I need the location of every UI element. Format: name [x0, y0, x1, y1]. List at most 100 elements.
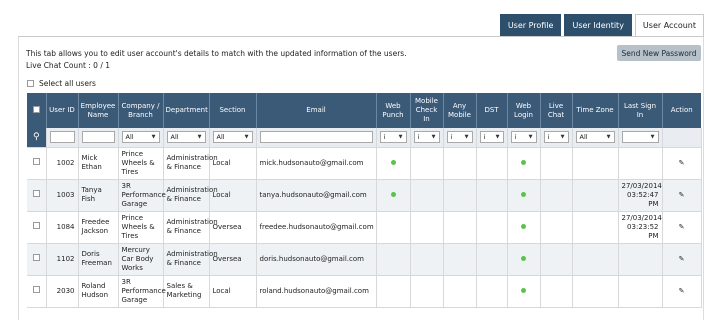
- col-employee-name[interactable]: Employee Name: [78, 93, 119, 128]
- filter-web-punch: i ▼: [376, 128, 411, 148]
- row-select: [27, 179, 47, 212]
- cell-web-punch: [376, 179, 411, 212]
- filter-live-chat-select[interactable]: i ▼: [543, 131, 569, 144]
- cell-last-sign-in: [618, 275, 663, 308]
- cell-user-id: 1102: [46, 243, 79, 276]
- tab-user-identity[interactable]: User Identity: [564, 14, 632, 36]
- cell-section: Local: [209, 179, 257, 212]
- row-checkbox[interactable]: [32, 158, 40, 165]
- filter-row: ⚲ All ▼ All ▼ All ▼ i ▼ i ▼ i ▼ i ▼ i ▼ i ▼ All ▼ …: [27, 128, 702, 148]
- filter-email-input[interactable]: [259, 131, 373, 144]
- pencil-icon[interactable]: ✎: [679, 223, 685, 231]
- header-checkbox[interactable]: [32, 105, 40, 113]
- cell-mobile-check-in: [410, 243, 444, 276]
- filter-email: [256, 128, 377, 148]
- cell-dst: [476, 243, 508, 276]
- chevron-down-icon: ▼: [197, 133, 202, 140]
- filter-company-select[interactable]: All ▼: [121, 131, 160, 144]
- cell-company: 3R Performance Garage: [118, 179, 166, 212]
- filter-action: [662, 128, 702, 148]
- chevron-down-icon: ▼: [650, 133, 655, 140]
- row-checkbox[interactable]: [32, 190, 40, 197]
- chevron-down-icon: ▼: [398, 133, 403, 140]
- cell-any-mobile: [443, 147, 477, 180]
- col-any-mobile[interactable]: Any Mobile: [443, 93, 477, 128]
- col-email[interactable]: Email: [256, 93, 377, 128]
- filter-section-value: All: [216, 132, 225, 141]
- filter-web-login: i ▼: [507, 128, 541, 148]
- tab-user-account[interactable]: User Account: [634, 14, 704, 37]
- cell-email: doris.hudsonauto@gmail.com: [256, 243, 377, 276]
- table-row: 1002 Mick Ethan Prince Wheels & Tires Ad…: [27, 147, 702, 180]
- cell-company: 3R Performance Garage: [118, 275, 166, 308]
- filter-time-zone: All ▼: [572, 128, 619, 148]
- cell-mobile-check-in: [410, 211, 444, 244]
- cell-section: Oversea: [209, 211, 257, 244]
- filter-search-cell: ⚲: [27, 128, 47, 148]
- cell-any-mobile: [443, 275, 477, 308]
- filter-last-sign-in: ▼: [618, 128, 663, 148]
- pencil-icon[interactable]: ✎: [679, 255, 685, 263]
- filter-last-sign-in-select[interactable]: ▼: [621, 131, 659, 144]
- cell-action: ✎: [662, 243, 702, 276]
- col-live-chat[interactable]: Live Chat: [540, 93, 573, 128]
- col-time-zone[interactable]: Time Zone: [572, 93, 619, 128]
- table-row: 1084 Freedee Jackson Prince Wheels & Tir…: [27, 211, 702, 244]
- col-department[interactable]: Department: [163, 93, 210, 128]
- filter-mobile-check-select[interactable]: i ▼: [413, 131, 440, 144]
- col-company-branch[interactable]: Company / Branch: [118, 93, 164, 128]
- cell-action: ✎: [662, 147, 702, 180]
- cell-company: Prince Wheels & Tires: [118, 211, 164, 244]
- cell-user-id: 2030: [46, 275, 79, 308]
- cell-mobile-check-in: [410, 179, 444, 212]
- filter-web-punch-select[interactable]: i ▼: [379, 131, 407, 144]
- cell-email: mick.hudsonauto@gmail.com: [256, 147, 377, 180]
- send-new-password-button[interactable]: Send New Password: [617, 45, 701, 61]
- select-all-users[interactable]: Select all users: [27, 79, 96, 88]
- pencil-icon[interactable]: ✎: [679, 191, 685, 199]
- filter-dst: i ▼: [476, 128, 508, 148]
- users-table: User ID Employee Name Company / Branch D…: [27, 93, 702, 308]
- filter-dst-select[interactable]: i ▼: [479, 131, 504, 144]
- filter-section-select[interactable]: All ▼: [212, 131, 253, 144]
- filter-any-mobile-select[interactable]: i ▼: [446, 131, 473, 144]
- col-section[interactable]: Section: [209, 93, 257, 128]
- cell-department: Administration & Finance: [163, 179, 218, 212]
- filter-section: All ▼: [209, 128, 257, 148]
- cell-dst: [476, 211, 508, 244]
- filter-department-select[interactable]: All ▼: [166, 131, 206, 144]
- cell-live-chat: [540, 147, 573, 180]
- tab-user-profile[interactable]: User Profile: [499, 14, 562, 36]
- cell-action: ✎: [662, 179, 702, 212]
- select-all-checkbox[interactable]: [27, 80, 34, 87]
- pencil-icon[interactable]: ✎: [679, 287, 685, 295]
- col-user-id[interactable]: User ID: [46, 93, 79, 128]
- cell-web-punch: [376, 275, 411, 308]
- live-chat-count: Live Chat Count : 0 / 1: [26, 61, 111, 70]
- filter-time-zone-select[interactable]: All ▼: [575, 131, 615, 144]
- col-web-login[interactable]: Web Login: [507, 93, 541, 128]
- cell-user-id: 1003: [46, 179, 79, 212]
- cell-mobile-check-in: [410, 147, 444, 180]
- cell-dst: [476, 275, 508, 308]
- row-checkbox[interactable]: [32, 254, 40, 261]
- filter-name-input[interactable]: [81, 131, 115, 144]
- pencil-icon[interactable]: ✎: [679, 159, 685, 167]
- row-checkbox[interactable]: [32, 222, 40, 229]
- chevron-down-icon: ▼: [606, 133, 611, 140]
- col-dst[interactable]: DST: [476, 93, 508, 128]
- search-icon[interactable]: ⚲: [33, 132, 40, 142]
- col-last-sign-in[interactable]: Last Sign In: [618, 93, 663, 128]
- chevron-down-icon: ▼: [151, 133, 156, 140]
- cell-user-id: 1084: [46, 211, 79, 244]
- row-checkbox[interactable]: [32, 286, 40, 293]
- cell-dst: [476, 179, 508, 212]
- cell-employee-name: Doris Freeman: [78, 243, 119, 276]
- status-dot: [390, 159, 396, 165]
- header-select-all: [27, 93, 47, 128]
- status-dot: [521, 255, 526, 261]
- filter-web-login-select[interactable]: i ▼: [510, 131, 537, 144]
- col-mobile-check-in[interactable]: Mobile Check In: [410, 93, 444, 128]
- col-web-punch[interactable]: Web Punch: [376, 93, 411, 128]
- filter-user-id-input[interactable]: [49, 131, 75, 144]
